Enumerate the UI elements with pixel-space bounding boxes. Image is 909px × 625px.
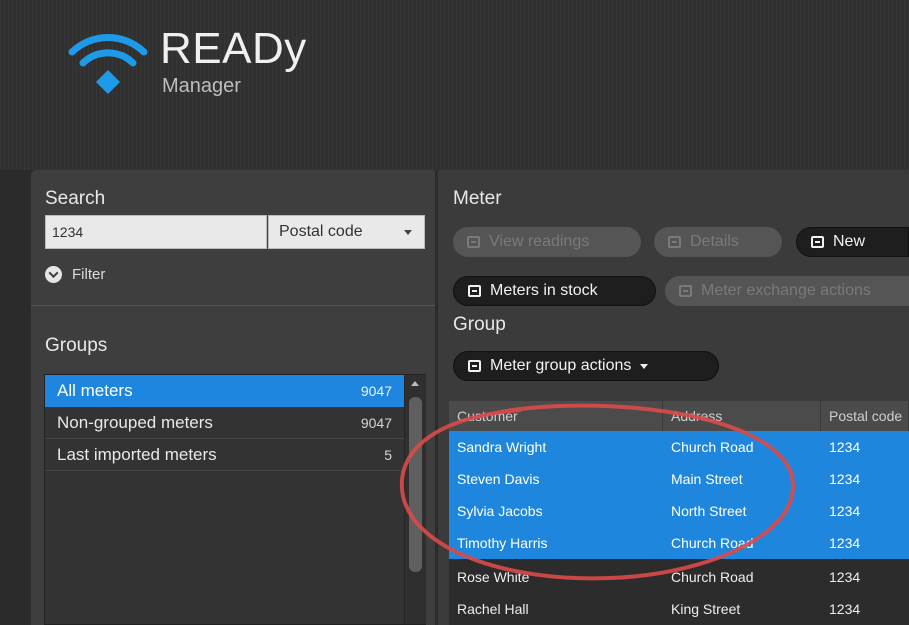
chevron-down-icon <box>404 230 412 235</box>
column-header-postal-code[interactable]: Postal code <box>821 401 909 431</box>
cell-address: North Street <box>671 503 747 519</box>
cell-address: Church Road <box>671 569 754 585</box>
group-item-all-meters[interactable]: All meters 9047 <box>45 375 404 407</box>
group-item-count: 9047 <box>360 382 392 399</box>
cell-postal-code: 1234 <box>829 569 861 585</box>
filter-toggle[interactable]: Filter <box>45 266 105 283</box>
table-row[interactable]: Timothy Harris Church Road 1234 <box>449 527 909 559</box>
cell-customer: Steven Davis <box>457 471 540 487</box>
group-heading: Group <box>453 314 506 335</box>
readings-icon <box>467 236 480 248</box>
cell-postal-code: 1234 <box>829 601 861 617</box>
section-divider <box>31 305 435 306</box>
meter-group-actions-label: Meter group actions <box>490 357 632 374</box>
meters-in-stock-button[interactable]: Meters in stock <box>453 276 656 306</box>
cell-postal-code: 1234 <box>829 535 861 551</box>
view-readings-button[interactable]: View readings <box>453 227 641 257</box>
details-icon <box>668 236 681 248</box>
app-subtitle: Manager <box>162 75 241 97</box>
groups-scrollbar[interactable] <box>404 375 426 624</box>
expand-circle-icon <box>45 266 62 283</box>
cell-customer: Rachel Hall <box>457 601 529 617</box>
table-row[interactable]: Rachel Hall King Street 1234 <box>449 593 909 625</box>
view-readings-label: View readings <box>489 233 590 250</box>
table-row[interactable]: Rose White Church Road 1234 <box>449 561 909 593</box>
cell-address: Church Road <box>671 439 754 455</box>
scroll-thumb[interactable] <box>409 397 422 572</box>
meters-table: Customer Address Postal code Sandra Wrig… <box>449 401 909 625</box>
scroll-up-arrow-icon[interactable] <box>411 381 419 386</box>
cell-postal-code: 1234 <box>829 471 861 487</box>
search-type-value: Postal code <box>279 223 363 240</box>
group-actions-icon <box>468 360 481 372</box>
table-row[interactable]: Steven Davis Main Street 1234 <box>449 463 909 495</box>
details-button[interactable]: Details <box>654 227 782 257</box>
details-label: Details <box>690 233 739 250</box>
app-title: READy <box>160 24 307 73</box>
search-heading: Search <box>45 188 106 209</box>
table-row[interactable]: Sandra Wright Church Road 1234 <box>449 431 909 463</box>
groups-list: All meters 9047 Non-grouped meters 9047 … <box>44 374 426 625</box>
cell-customer: Timothy Harris <box>457 535 548 551</box>
column-header-address[interactable]: Address <box>663 401 821 431</box>
cell-address: Church Road <box>671 535 754 551</box>
group-item-label: Non-grouped meters <box>57 412 213 432</box>
cell-postal-code: 1234 <box>829 503 861 519</box>
cell-customer: Rose White <box>457 569 530 585</box>
meter-group-actions-button[interactable]: Meter group actions <box>453 351 719 381</box>
group-item-label: Last imported meters <box>57 444 217 464</box>
groups-heading: Groups <box>45 335 108 356</box>
new-meter-button[interactable]: New <box>796 227 909 257</box>
group-item-last-imported-meters[interactable]: Last imported meters 5 <box>45 439 404 471</box>
search-input[interactable]: 1234 <box>45 215 267 249</box>
cell-address: King Street <box>671 601 741 617</box>
cell-customer: Sandra Wright <box>457 439 547 455</box>
table-row[interactable]: Sylvia Jacobs North Street 1234 <box>449 495 909 527</box>
meter-exchange-actions-button[interactable]: Meter exchange actions <box>665 276 909 306</box>
filter-label: Filter <box>72 266 106 283</box>
search-type-dropdown[interactable]: Postal code <box>268 215 425 249</box>
cell-postal-code: 1234 <box>829 439 861 455</box>
new-icon <box>811 236 824 248</box>
cell-customer: Sylvia Jacobs <box>457 503 543 519</box>
meter-exchange-actions-label: Meter exchange actions <box>701 282 871 299</box>
wifi-logo-icon <box>68 34 148 94</box>
cell-address: Main Street <box>671 471 743 487</box>
group-item-count: 5 <box>384 446 392 463</box>
app-header: READy Manager <box>0 0 909 170</box>
meter-heading: Meter <box>453 188 502 209</box>
group-item-count: 9047 <box>360 414 392 431</box>
group-item-label: All meters <box>57 380 133 400</box>
column-header-customer[interactable]: Customer <box>449 401 663 431</box>
new-label: New <box>833 233 866 250</box>
exchange-icon <box>679 285 692 297</box>
group-item-non-grouped-meters[interactable]: Non-grouped meters 9047 <box>45 407 404 439</box>
meters-in-stock-label: Meters in stock <box>490 282 598 299</box>
stock-icon <box>468 285 481 297</box>
chevron-down-icon <box>640 363 649 369</box>
